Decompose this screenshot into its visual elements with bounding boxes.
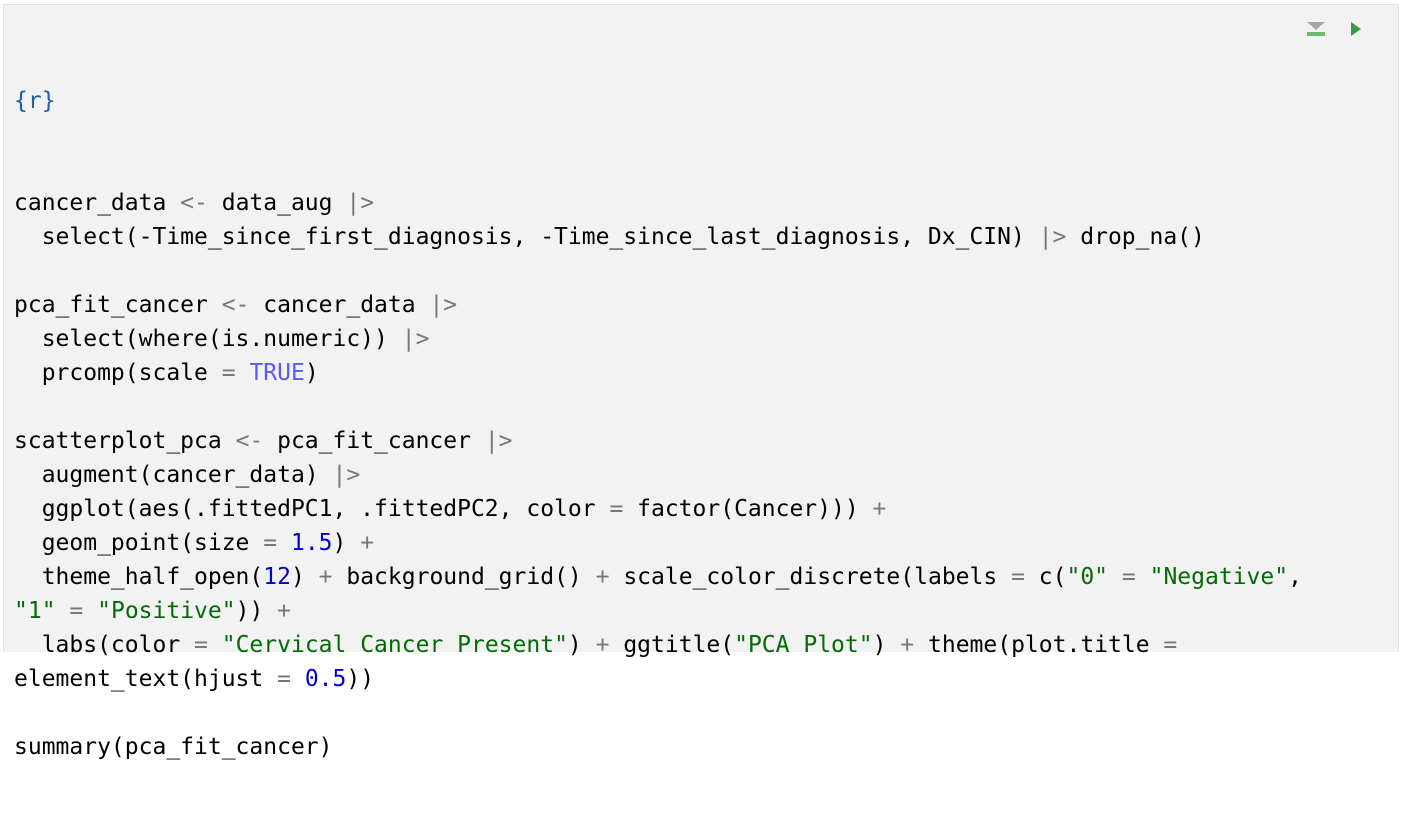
code-line[interactable] xyxy=(14,696,1302,730)
code-body[interactable]: cancer_data <- data_aug |> select(-Time_… xyxy=(14,186,1302,764)
code-line[interactable]: select(-Time_since_first_diagnosis, -Tim… xyxy=(14,220,1302,254)
code-line[interactable]: summary(pca_fit_cancer) xyxy=(14,730,1302,764)
code-line[interactable]: scatterplot_pca <- pca_fit_cancer |> xyxy=(14,424,1302,458)
code-line[interactable]: pca_fit_cancer <- cancer_data |> xyxy=(14,288,1302,322)
code-line[interactable] xyxy=(14,254,1302,288)
code-line[interactable]: prcomp(scale = TRUE) xyxy=(14,356,1302,390)
chunk-header: {r} xyxy=(14,88,56,114)
code-line[interactable]: element_text(hjust = 0.5)) xyxy=(14,662,1302,696)
code-line[interactable]: cancer_data <- data_aug |> xyxy=(14,186,1302,220)
code-line[interactable]: "1" = "Positive")) + xyxy=(14,594,1302,628)
code-line[interactable] xyxy=(14,390,1302,424)
code-line[interactable]: ggplot(aes(.fittedPC1, .fittedPC2, color… xyxy=(14,492,1302,526)
code-line[interactable]: select(where(is.numeric)) |> xyxy=(14,322,1302,356)
chunk-toolbar xyxy=(1306,21,1362,42)
code-line[interactable]: labs(color = "Cervical Cancer Present") … xyxy=(14,628,1302,662)
run-above-icon[interactable] xyxy=(1306,21,1326,42)
code-line[interactable]: geom_point(size = 1.5) + xyxy=(14,526,1302,560)
code-chunk[interactable]: {r} cancer_data <- data_aug |> select(-T… xyxy=(3,4,1399,760)
code-line[interactable]: theme_half_open(12) + background_grid() … xyxy=(14,560,1302,594)
code-line[interactable]: augment(cancer_data) |> xyxy=(14,458,1302,492)
play-icon[interactable] xyxy=(1350,21,1362,42)
code-editor[interactable]: {r} cancer_data <- data_aug |> select(-T… xyxy=(14,16,1302,832)
